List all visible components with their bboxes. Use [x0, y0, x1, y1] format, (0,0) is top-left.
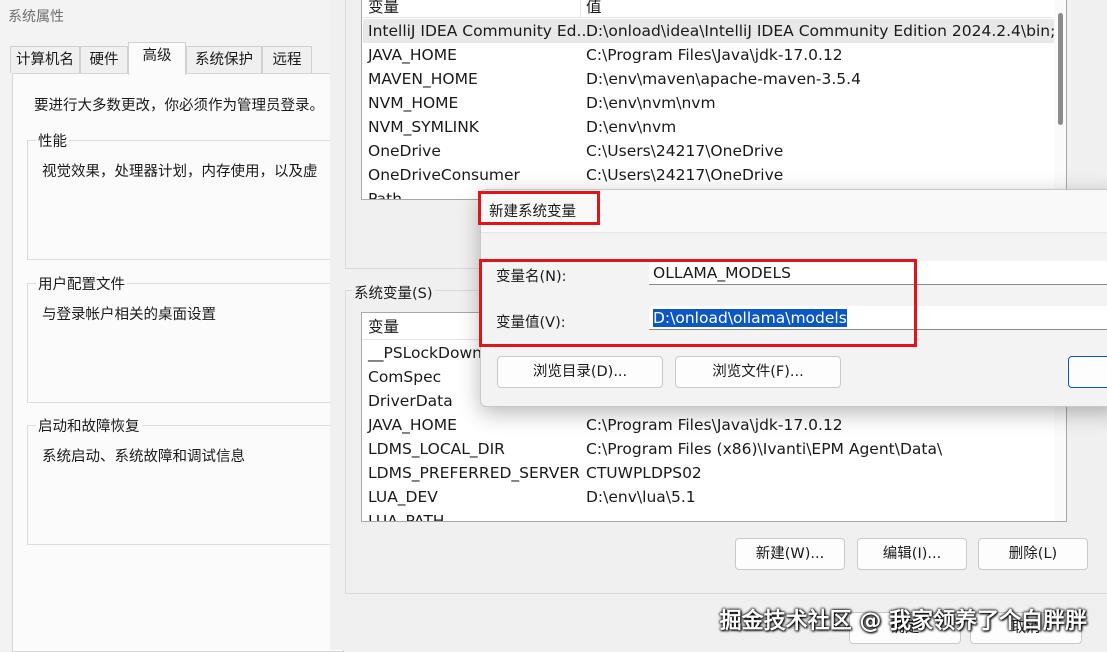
user-var-value[interactable]: D:\onload\idea\IntelliJ IDEA Community E… — [586, 19, 1055, 43]
user-var-value[interactable]: C:\Program Files\Java\jdk-17.0.12 — [586, 43, 843, 67]
startup-recovery-title: 启动和故障恢复 — [36, 415, 142, 436]
tab-hardware[interactable]: 硬件 — [80, 46, 128, 73]
system-var-value[interactable]: C:\Program Files (x86)\Ivanti\EPM Agent\… — [586, 437, 942, 461]
user-vars-col-var[interactable]: 变量 — [368, 0, 399, 19]
performance-desc: 视觉效果，处理器计划，内存使用，以及虚 — [42, 164, 318, 180]
user-profiles-title: 用户配置文件 — [36, 273, 127, 294]
variable-value-input[interactable]: D:\onload\ollama\models — [649, 306, 1107, 330]
system-var-name[interactable]: LUA_PATH — [368, 509, 444, 521]
system-var-value[interactable]: C:\Program Files\Java\jdk-17.0.12 — [586, 413, 843, 437]
browse-directory-button[interactable]: 浏览目录(D)... — [497, 356, 663, 388]
user-vars-col-val[interactable]: 值 — [586, 0, 602, 19]
watermark: 掘金技术社区 @ 我家领养了个白胖胖 — [719, 609, 1087, 634]
system-var-name[interactable]: LDMS_LOCAL_DIR — [368, 437, 505, 461]
system-vars-col-var[interactable]: 变量 — [368, 315, 399, 339]
scroll-thumb[interactable] — [1058, 13, 1063, 125]
window-title: 系统属性 — [8, 9, 64, 25]
user-var-value[interactable]: C:\Users\24217\OneDrive — [586, 163, 783, 187]
user-vars-scrollbar[interactable] — [1054, 0, 1066, 199]
variable-name-label: 变量名(N): — [496, 269, 567, 285]
user-vars-list[interactable]: 变量 值 IntelliJ IDEA Community Ed... D:\on… — [361, 0, 1067, 200]
system-var-name[interactable]: __PSLockDown — [368, 341, 482, 365]
system-vars-label: 系统变量(S) — [352, 282, 435, 303]
new-system-variable-dialog: 新建系统变量 变量名(N): OLLAMA_MODELS 变量值(V): D:\… — [480, 189, 1107, 407]
performance-title: 性能 — [36, 130, 69, 151]
tab-system-protection[interactable]: 系统保护 — [186, 46, 262, 73]
system-var-name[interactable]: LUA_DEV — [368, 485, 438, 509]
selected-text: D:\onload\ollama\models — [653, 309, 847, 327]
delete-button[interactable]: 删除(L) — [978, 538, 1088, 570]
variable-name-input[interactable]: OLLAMA_MODELS — [649, 261, 1107, 285]
user-var-name[interactable]: NVM_HOME — [368, 91, 458, 115]
startup-recovery-desc: 系统启动、系统故障和调试信息 — [42, 449, 245, 465]
system-var-name[interactable]: JAVA_HOME — [368, 413, 457, 437]
variable-value-label: 变量值(V): — [496, 315, 566, 331]
user-var-value[interactable]: C:\Users\24217\OneDrive — [586, 139, 783, 163]
tab-computer-name[interactable]: 计算机名 — [10, 46, 80, 73]
user-var-value[interactable]: D:\env\nvm\nvm — [586, 91, 716, 115]
user-profiles-group — [27, 283, 349, 403]
user-var-name[interactable]: JAVA_HOME — [368, 43, 457, 67]
system-var-value[interactable]: D:\env\lua\5.1 — [586, 485, 696, 509]
column-divider — [580, 0, 581, 17]
system-var-name[interactable]: LDMS_PREFERRED_SERVER — [368, 461, 580, 485]
system-var-value[interactable]: CTUWPLDPS02 — [586, 461, 702, 485]
user-var-value[interactable]: D:\env\maven\apache-maven-3.5.4 — [586, 67, 861, 91]
user-var-name[interactable]: MAVEN_HOME — [368, 67, 478, 91]
dialog-ok-button[interactable] — [1068, 356, 1107, 388]
admin-note: 要进行大多数更改，你必须作为管理员登录。 — [34, 98, 324, 114]
user-var-name[interactable]: OneDrive — [368, 139, 441, 163]
dialog-title: 新建系统变量 — [489, 204, 576, 220]
system-var-name[interactable]: DriverData — [368, 389, 453, 413]
tab-remote[interactable]: 远程 — [262, 46, 312, 73]
tab-advanced[interactable]: 高级 — [128, 42, 186, 75]
user-var-name[interactable]: OneDriveConsumer — [368, 163, 520, 187]
edit-button[interactable]: 编辑(I)... — [857, 538, 967, 570]
user-var-name[interactable]: Path — [368, 187, 402, 199]
new-button[interactable]: 新建(W)... — [735, 538, 845, 570]
system-properties-window: 系统属性 计算机名 硬件 高级 系统保护 远程 要进行大多数更改，你必须作为管理… — [0, 0, 349, 652]
user-var-name[interactable]: IntelliJ IDEA Community Ed... — [368, 19, 591, 43]
user-var-name[interactable]: NVM_SYMLINK — [368, 115, 479, 139]
browse-file-button[interactable]: 浏览文件(F)... — [675, 356, 841, 388]
user-var-value[interactable]: D:\env\nvm — [586, 115, 676, 139]
user-profiles-desc: 与登录帐户相关的桌面设置 — [42, 307, 216, 323]
startup-recovery-group — [27, 425, 349, 545]
system-var-name[interactable]: ComSpec — [368, 365, 441, 389]
user-vars-header — [362, 0, 1054, 18]
performance-group — [27, 140, 349, 260]
